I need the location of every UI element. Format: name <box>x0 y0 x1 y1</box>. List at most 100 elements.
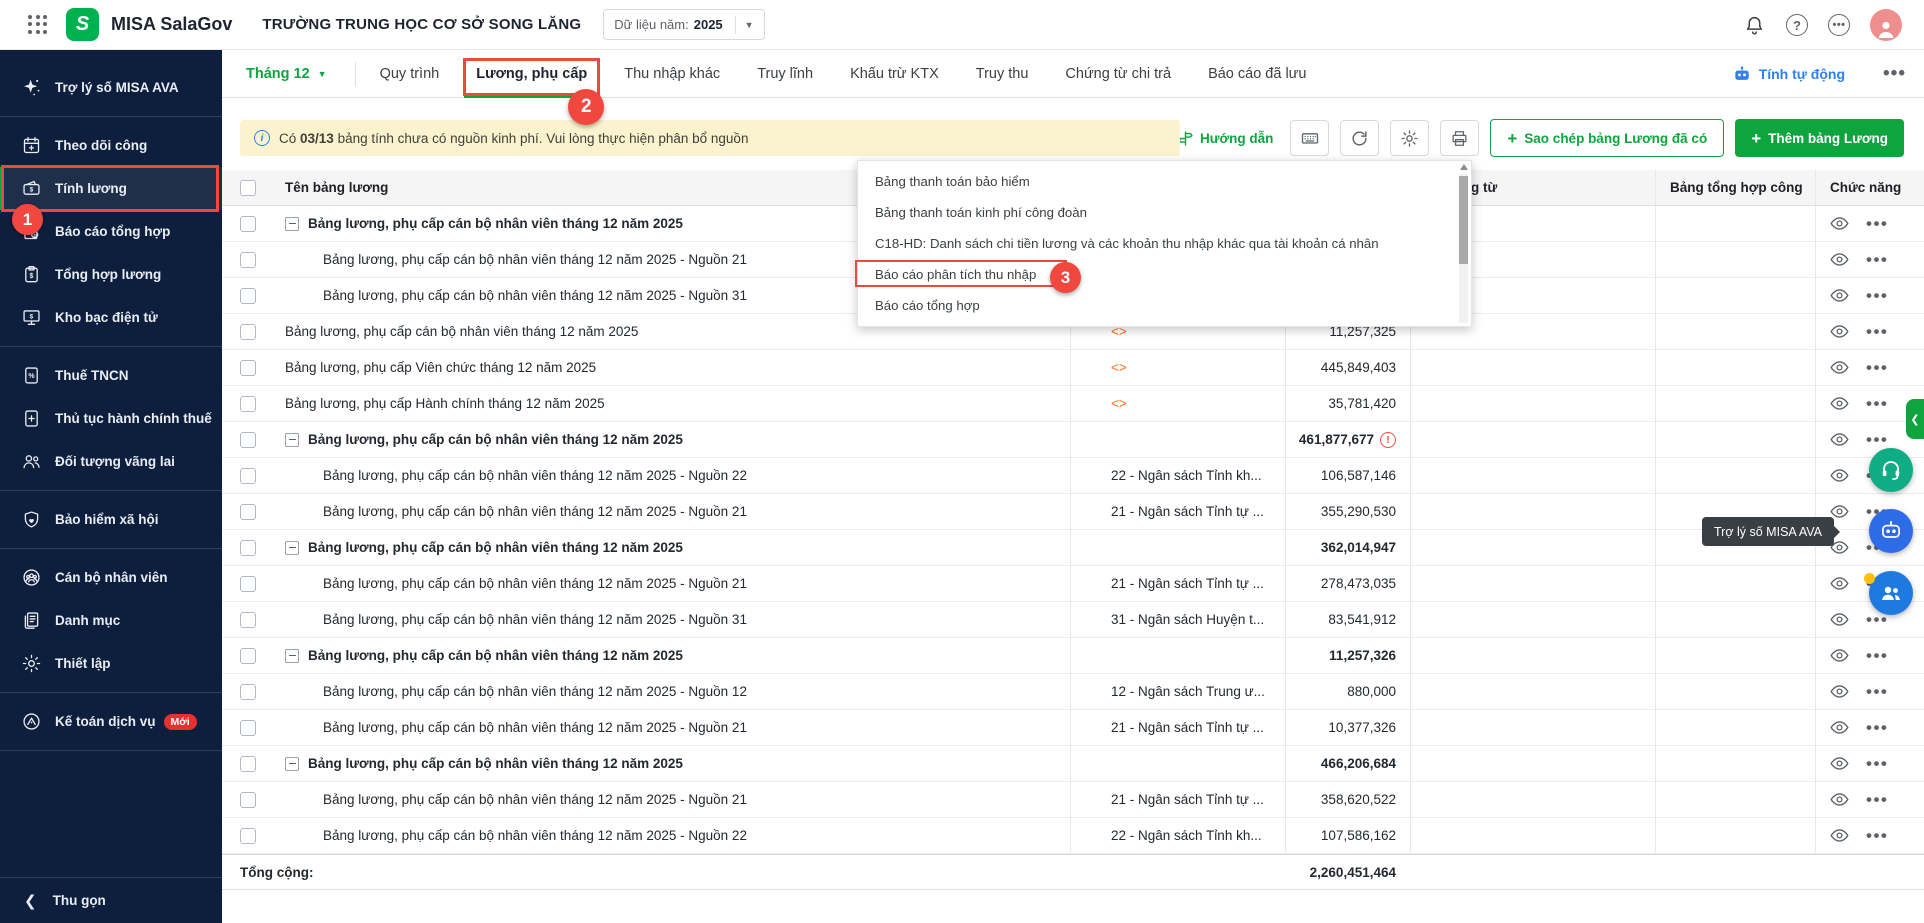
row-checkbox[interactable] <box>240 324 256 340</box>
row-more-icon[interactable]: ••• <box>1866 250 1888 270</box>
sidebar-item-people[interactable]: Đối tượng vãng lai <box>0 440 222 483</box>
row-more-icon[interactable]: ••• <box>1866 430 1888 450</box>
row-checkbox[interactable] <box>240 684 256 700</box>
tab-ch-ng-t-chi-tr-[interactable]: Chứng từ chi trả <box>1065 50 1171 98</box>
table-row[interactable]: Bảng lương, phụ cấp cán bộ nhân viên thá… <box>222 710 1924 746</box>
select-all-checkbox[interactable] <box>240 180 256 196</box>
tab-quy-tr-nh[interactable]: Quy trình <box>380 50 440 98</box>
sidebar-collapse-button[interactable]: ❮ Thu gọn <box>0 877 222 923</box>
row-more-icon[interactable]: ••• <box>1866 790 1888 810</box>
view-icon[interactable] <box>1830 430 1849 449</box>
row-checkbox[interactable] <box>240 756 256 772</box>
view-icon[interactable] <box>1830 790 1849 809</box>
row-checkbox[interactable] <box>240 612 256 628</box>
row-checkbox[interactable] <box>240 216 256 232</box>
view-icon[interactable] <box>1830 466 1849 485</box>
view-icon[interactable] <box>1830 214 1849 233</box>
sidebar-item-catalog[interactable]: Danh mục <box>0 599 222 642</box>
menu-item[interactable]: Báo cáo tổng hợp <box>858 290 1471 321</box>
collapse-icon[interactable] <box>285 217 299 231</box>
row-more-icon[interactable]: ••• <box>1866 682 1888 702</box>
row-checkbox[interactable] <box>240 432 256 448</box>
more-options-icon[interactable]: ••• <box>1828 14 1850 36</box>
view-icon[interactable] <box>1830 322 1849 341</box>
guide-button[interactable]: Hướng dẫn <box>1177 130 1273 147</box>
keyboard-shortcuts-button[interactable] <box>1290 120 1329 156</box>
row-checkbox[interactable] <box>240 288 256 304</box>
menu-item[interactable]: Báo cáo phân tích thu nhập3 <box>858 259 1471 290</box>
community-float-button[interactable] <box>1869 571 1913 615</box>
row-checkbox[interactable] <box>240 468 256 484</box>
view-icon[interactable] <box>1830 754 1849 773</box>
copy-salary-sheet-button[interactable]: + Sao chép bảng Lương đã có <box>1490 119 1724 157</box>
row-checkbox[interactable] <box>240 576 256 592</box>
sidebar-item-tax-document[interactable]: %Thuế TNCN <box>0 354 222 397</box>
table-row[interactable]: Bảng lương, phụ cấp cán bộ nhân viên thá… <box>222 422 1924 458</box>
table-row[interactable]: Bảng lương, phụ cấp cán bộ nhân viên thá… <box>222 638 1924 674</box>
row-more-icon[interactable]: ••• <box>1866 322 1888 342</box>
tab-b-o-c-o-l-u[interactable]: Báo cáo đã lưu <box>1208 50 1306 98</box>
print-button[interactable] <box>1440 120 1479 156</box>
row-more-icon[interactable]: ••• <box>1866 826 1888 846</box>
tab-more-icon[interactable]: ••• <box>1883 63 1906 85</box>
view-icon[interactable] <box>1830 826 1849 845</box>
notification-bell-icon[interactable] <box>1742 13 1766 37</box>
sidebar-item-clipboard[interactable]: $Tổng hợp lương <box>0 253 222 296</box>
add-salary-sheet-button[interactable]: + Thêm bảng Lương <box>1735 119 1904 157</box>
view-icon[interactable] <box>1830 718 1849 737</box>
sidebar-item-monitor[interactable]: $Kho bạc điện tử <box>0 296 222 339</box>
refresh-button[interactable] <box>1340 120 1379 156</box>
table-row[interactable]: Bảng lương, phụ cấp cán bộ nhân viên thá… <box>222 746 1924 782</box>
auto-calc-button[interactable]: Tính tự động <box>1732 64 1845 84</box>
view-icon[interactable] <box>1830 682 1849 701</box>
menu-item[interactable]: Bảng thanh toán bảo hiểm <box>858 166 1471 197</box>
support-float-button[interactable] <box>1869 448 1913 492</box>
row-more-icon[interactable]: ••• <box>1866 646 1888 666</box>
panel-expand-tab[interactable]: ❮ <box>1906 399 1924 439</box>
row-more-icon[interactable]: ••• <box>1866 286 1888 306</box>
tab-l-ng-ph-c-p[interactable]: Lương, phụ cấp2 <box>476 50 587 98</box>
collapse-icon[interactable] <box>285 541 299 555</box>
tab-thu-nh-p-kh-c[interactable]: Thu nhập khác <box>624 50 720 98</box>
tab-kh-u-tr-ktx[interactable]: Khấu trừ KTX <box>850 50 939 98</box>
table-row[interactable]: Bảng lương, phụ cấp cán bộ nhân viên thá… <box>222 782 1924 818</box>
sidebar-item-gear[interactable]: Thiết lập <box>0 642 222 685</box>
table-row[interactable]: Bảng lương, phụ cấp cán bộ nhân viên thá… <box>222 602 1924 638</box>
sidebar-item-accounting-service[interactable]: Kế toán dịch vụMới <box>0 700 222 743</box>
view-icon[interactable] <box>1830 358 1849 377</box>
row-checkbox[interactable] <box>240 504 256 520</box>
settings-button[interactable] <box>1390 120 1429 156</box>
row-checkbox[interactable] <box>240 396 256 412</box>
row-more-icon[interactable]: ••• <box>1866 358 1888 378</box>
sidebar-item-sparkle[interactable]: Trợ lý số MISA AVA <box>0 66 222 109</box>
sidebar-item-calendar[interactable]: Theo dõi công <box>0 124 222 167</box>
table-row[interactable]: Bảng lương, phụ cấp Viên chức tháng 12 n… <box>222 350 1924 386</box>
row-more-icon[interactable]: ••• <box>1866 214 1888 234</box>
row-checkbox[interactable] <box>240 360 256 376</box>
view-icon[interactable] <box>1830 250 1849 269</box>
misa-ava-assistant-button[interactable] <box>1869 509 1913 553</box>
table-row[interactable]: Bảng lương, phụ cấp Hành chính tháng 12 … <box>222 386 1924 422</box>
data-year-select[interactable]: Dữ liệu năm: 2025 ▼ <box>603 9 764 40</box>
sidebar-item-shield-heart[interactable]: Bảo hiểm xã hội <box>0 498 222 541</box>
table-row[interactable]: Bảng lương, phụ cấp cán bộ nhân viên thá… <box>222 566 1924 602</box>
collapse-icon[interactable] <box>285 649 299 663</box>
app-grid-icon[interactable] <box>28 15 48 35</box>
row-checkbox[interactable] <box>240 792 256 808</box>
tab-truy-thu[interactable]: Truy thu <box>976 50 1029 98</box>
month-selector[interactable]: Tháng 12 ▼ <box>246 66 327 82</box>
help-icon[interactable]: ? <box>1786 14 1808 36</box>
tab-truy-l-nh[interactable]: Truy lĩnh <box>757 50 813 98</box>
table-row[interactable]: Bảng lương, phụ cấp cán bộ nhân viên thá… <box>222 530 1924 566</box>
view-icon[interactable] <box>1830 574 1849 593</box>
row-more-icon[interactable]: ••• <box>1866 394 1888 414</box>
sidebar-item-document-plus[interactable]: Thủ tục hành chính thuế <box>0 397 222 440</box>
table-row[interactable]: Bảng lương, phụ cấp cán bộ nhân viên thá… <box>222 458 1924 494</box>
sidebar-item-staff-circle[interactable]: Cán bộ nhân viên <box>0 556 222 599</box>
row-checkbox[interactable] <box>240 252 256 268</box>
table-row[interactable]: Bảng lương, phụ cấp cán bộ nhân viên thá… <box>222 494 1924 530</box>
menu-item[interactable]: C18-HD: Danh sách chi tiền lương và các … <box>858 228 1471 259</box>
collapse-icon[interactable] <box>285 757 299 771</box>
sidebar-item-wallet[interactable]: $Tính lương1 <box>0 167 222 210</box>
view-icon[interactable] <box>1830 646 1849 665</box>
